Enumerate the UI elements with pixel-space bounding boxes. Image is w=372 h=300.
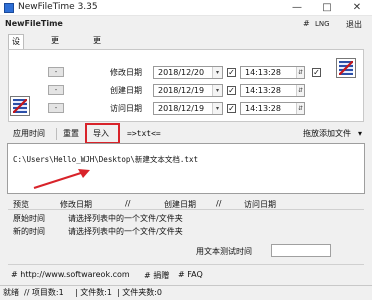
accessed-date-checkbox[interactable]: ✓: [227, 104, 236, 113]
status-ready: 就绪: [3, 288, 19, 297]
chevron-down-icon[interactable]: ▾: [212, 103, 222, 114]
status-items: // 项目数:1: [24, 288, 64, 297]
minus-button[interactable]: -: [48, 67, 64, 77]
chevron-down-icon[interactable]: ▾: [212, 67, 222, 78]
modified-date-picker[interactable]: 2018/12/20 ▾: [153, 66, 223, 79]
original-time-label: 原始时间: [13, 214, 45, 223]
tab-earlier[interactable]: 更早一些: [48, 34, 62, 84]
website-link[interactable]: # http://www.softwareok.com: [11, 270, 130, 279]
new-time-value: 请选择列表中的一个文件/文件夹: [68, 227, 183, 236]
maximize-button[interactable]: □: [312, 0, 342, 16]
created-time-field[interactable]: 14:13:28 ⇵: [240, 84, 305, 97]
spin-icon[interactable]: ⇵: [296, 103, 304, 114]
modified-date-label: 修改日期: [110, 68, 142, 77]
divider: [8, 264, 364, 265]
divider: [56, 128, 57, 140]
red-arrow-annotation: [33, 169, 90, 189]
drag-add-files-button[interactable]: 拖放添加文件: [303, 127, 351, 141]
hash-button[interactable]: #: [303, 19, 310, 28]
status-files: | 文件数:1: [75, 288, 113, 297]
tab-later[interactable]: 更晚一些: [90, 34, 104, 84]
import-button[interactable]: 导入: [93, 127, 109, 141]
status-bar: 就绪 // 项目数:1 | 文件数:1 | 文件夹数:0: [0, 285, 372, 300]
reset-button[interactable]: 重置: [63, 127, 79, 141]
faq-link[interactable]: # FAQ: [178, 270, 203, 279]
exit-button[interactable]: 退出: [346, 19, 362, 30]
tab-set-time[interactable]: 设置时间: [8, 34, 24, 85]
app-icon: [4, 3, 14, 13]
accessed-time-field[interactable]: 14:13:28 ⇵: [240, 102, 305, 115]
donate-link[interactable]: # 捐赠: [144, 270, 169, 281]
file-path-entry[interactable]: C:\Users\Hello_WJH\Desktop\新建文本文档.txt: [13, 154, 198, 165]
spin-icon[interactable]: ⇵: [296, 67, 304, 78]
created-date-value: 2018/12/19: [158, 86, 205, 95]
text-time-input[interactable]: [271, 244, 331, 257]
modified-time-value: 14:13:28: [245, 68, 281, 77]
text-time-label: 用文本测试时间: [196, 247, 252, 256]
minus-button[interactable]: -: [48, 85, 64, 95]
close-button[interactable]: ✕: [342, 0, 372, 16]
calendar-icon[interactable]: [336, 58, 356, 78]
chevron-down-icon[interactable]: ▾: [212, 85, 222, 96]
language-button[interactable]: LNG: [315, 20, 330, 28]
calendar-icon[interactable]: [10, 96, 30, 116]
divider: [8, 209, 364, 210]
modified-date-value: 2018/12/20: [158, 68, 205, 77]
modified-time-field[interactable]: 14:13:28 ⇵: [240, 66, 305, 79]
created-date-label: 创建日期: [110, 86, 142, 95]
accessed-date-label: 访问日期: [110, 104, 142, 113]
txt-export-label[interactable]: =>txt<=: [127, 127, 161, 141]
accessed-time-value: 14:13:28: [245, 104, 281, 113]
created-date-checkbox[interactable]: ✓: [227, 86, 236, 95]
info-separator: //: [216, 199, 222, 208]
file-list[interactable]: C:\Users\Hello_WJH\Desktop\新建文本文档.txt: [7, 143, 365, 194]
created-time-value: 14:13:28: [245, 86, 281, 95]
apply-time-button[interactable]: 应用时间: [13, 127, 45, 141]
spin-icon[interactable]: ⇵: [296, 85, 304, 96]
modified-date-checkbox[interactable]: ✓: [227, 68, 236, 77]
original-time-value: 请选择列表中的一个文件/文件夹: [68, 214, 183, 223]
accessed-date-picker[interactable]: 2018/12/19 ▾: [153, 102, 223, 115]
minimize-button[interactable]: —: [282, 0, 312, 16]
modified-time-checkbox[interactable]: ✓: [312, 68, 321, 77]
status-folders: | 文件夹数:0: [117, 288, 163, 297]
accessed-date-value: 2018/12/19: [158, 104, 205, 113]
window-title: NewFileTime 3.35: [18, 2, 98, 12]
minus-button[interactable]: -: [48, 103, 64, 113]
created-date-picker[interactable]: 2018/12/19 ▾: [153, 84, 223, 97]
new-time-label: 新的时间: [13, 227, 45, 236]
chevron-down-icon[interactable]: ▾: [358, 127, 362, 141]
info-separator: //: [125, 199, 131, 208]
app-name-label: NewFileTime: [5, 19, 63, 28]
